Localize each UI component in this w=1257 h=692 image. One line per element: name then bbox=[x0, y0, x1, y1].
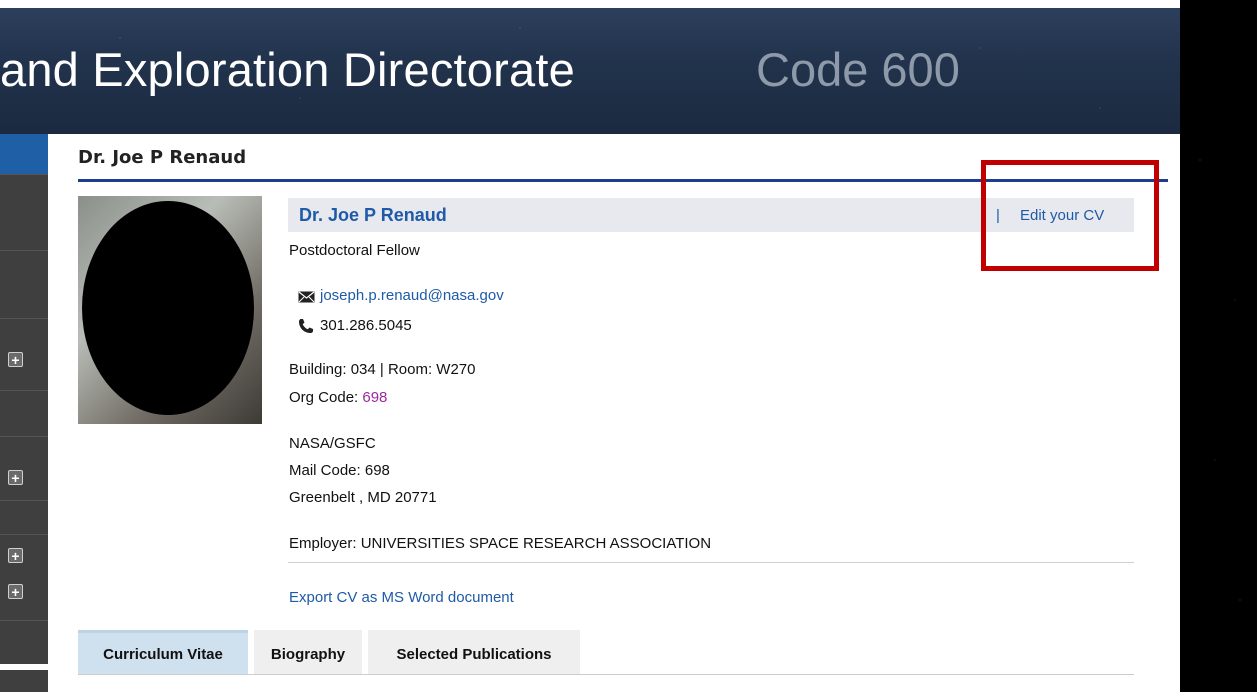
sidebar-divider bbox=[0, 174, 48, 175]
sidebar-divider bbox=[0, 250, 48, 251]
highlight-annotation-box bbox=[981, 160, 1159, 271]
org-code-label: Org Code: bbox=[289, 389, 363, 406]
sidebar-active-item[interactable] bbox=[0, 134, 48, 174]
org-code-link[interactable]: 698 bbox=[362, 389, 387, 406]
sidebar-divider bbox=[0, 318, 48, 319]
tabs-rule bbox=[78, 674, 1134, 675]
sidebar-expand-icon[interactable]: + bbox=[8, 352, 23, 368]
address-line-3: Greenbelt , MD 20771 bbox=[289, 489, 437, 506]
profile-name: Dr. Joe P Renaud bbox=[299, 205, 447, 225]
employer: Employer: UNIVERSITIES SPACE RESEARCH AS… bbox=[289, 535, 712, 552]
sidebar-divider bbox=[0, 390, 48, 391]
sidebar-expand-icon[interactable]: + bbox=[8, 584, 23, 600]
profile-photo bbox=[78, 196, 262, 424]
sidebar-divider bbox=[0, 436, 48, 437]
address-line-1: NASA/GSFC bbox=[289, 435, 376, 452]
top-strip bbox=[0, 0, 1257, 8]
tab-curriculum-vitae[interactable]: Curriculum Vitae bbox=[78, 630, 248, 674]
page: and Exploration Directorate Code 600 + +… bbox=[0, 0, 1257, 692]
page-title: Dr. Joe P Renaud bbox=[78, 147, 247, 168]
banner-code: Code 600 bbox=[756, 43, 960, 96]
sidebar-divider bbox=[0, 620, 48, 621]
right-space-background bbox=[1180, 0, 1257, 692]
header-banner: and Exploration Directorate Code 600 bbox=[0, 8, 1257, 134]
left-sidebar: + + + + bbox=[0, 134, 48, 692]
phone-number: 301.286.5045 bbox=[320, 317, 412, 334]
address-line-2: Mail Code: 698 bbox=[289, 462, 390, 479]
photo-redaction-mask bbox=[82, 201, 254, 415]
tab-selected-publications[interactable]: Selected Publications bbox=[368, 630, 580, 674]
info-divider bbox=[288, 562, 1134, 563]
sidebar-gap bbox=[0, 664, 48, 670]
building-room: Building: 034 | Room: W270 bbox=[289, 361, 476, 378]
email-link[interactable]: joseph.p.renaud@nasa.gov bbox=[320, 287, 504, 304]
sidebar-expand-icon[interactable]: + bbox=[8, 470, 23, 486]
sidebar-divider bbox=[0, 500, 48, 501]
org-code: Org Code: 698 bbox=[289, 389, 387, 406]
tab-biography[interactable]: Biography bbox=[254, 630, 362, 674]
sidebar-divider bbox=[0, 534, 48, 535]
envelope-icon bbox=[298, 291, 315, 303]
phone-icon bbox=[299, 319, 313, 333]
job-title: Postdoctoral Fellow bbox=[289, 242, 420, 259]
banner-title: and Exploration Directorate bbox=[0, 43, 575, 96]
export-cv-link[interactable]: Export CV as MS Word document bbox=[289, 589, 514, 606]
sidebar-expand-icon[interactable]: + bbox=[8, 548, 23, 564]
